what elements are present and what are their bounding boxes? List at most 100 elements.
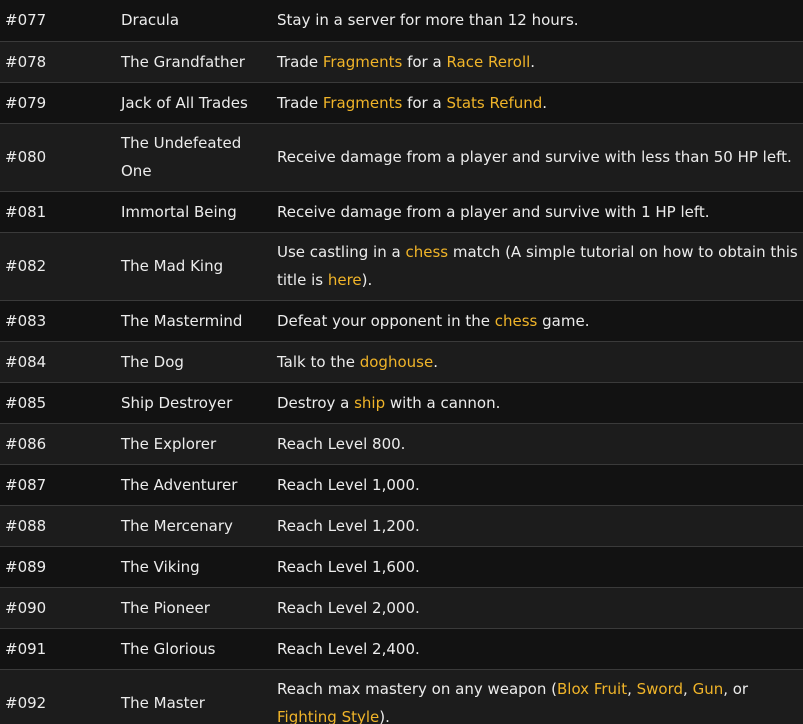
table-row: #082 The Mad King Use castling in a chess … [0,232,803,300]
table-row: #085 Ship Destroyer Destroy a ship with a … [0,382,803,423]
requirement-text: Reach Level 1,200. [277,516,420,535]
title-id: #084 [5,352,47,371]
title-id: #082 [5,257,47,275]
title-id: #083 [5,311,47,330]
title-requirement: Stay in a server for more than 12 hours. [272,0,803,41]
title-name: The Explorer [121,434,217,453]
title-id: #085 [5,393,47,412]
requirement-text: Receive damage from a player and survive… [277,202,710,221]
title-name: The Glorious [121,639,216,658]
title-requirement: Use castling in a chess match (A simple … [272,232,803,300]
table-row: #077 Dracula Stay in a server for more tha… [0,0,803,41]
title-name: The Mad King [121,257,224,275]
table-row: #090 The Pioneer Reach Level 2,000. [0,587,803,628]
table-row: #088 The Mercenary Reach Level 1,200. [0,505,803,546]
requirement-text: Reach Level 1,600. [277,557,420,576]
wiki-link[interactable]: Blox Fruit [557,680,627,698]
title-requirement: Reach Level 2,000. [272,587,803,628]
requirement-text: Use castling in a [277,243,406,261]
requirement-text: for a [402,93,447,112]
title-id: #089 [5,557,47,576]
wiki-link[interactable]: Race Reroll [446,53,530,71]
title-name: The Master [121,694,205,713]
requirement-text: ). [361,271,373,289]
requirement-text: . [433,352,438,371]
title-name: The Grandfather [121,52,245,71]
wiki-link[interactable]: Stats Refund [446,94,542,112]
title-requirement: Receive damage from a player and survive… [272,191,803,232]
title-id: #078 [5,52,47,71]
wiki-link[interactable]: here [328,271,362,289]
title-requirement: Reach Level 1,000. [272,464,803,505]
wiki-link[interactable]: ship [354,394,385,412]
table-row: #084 The Dog Talk to the doghouse. [0,341,803,382]
title-requirement: Trade Fragments for a Race Reroll. [272,41,803,82]
title-requirement: Talk to the doghouse. [272,341,803,382]
wiki-link[interactable]: chess [495,312,538,330]
title-name: Ship Destroyer [121,393,233,412]
table-row: #089 The Viking Reach Level 1,600. [0,546,803,587]
title-name: The Undefeated One [121,134,242,180]
title-requirement: Reach Level 800. [272,423,803,464]
table-row: #078 The Grandfather Trade Fragments for a… [0,41,803,82]
title-requirement: Reach Level 1,200. [272,505,803,546]
wiki-link[interactable]: chess [405,243,448,261]
title-name: The Pioneer [121,598,210,617]
title-id: #092 [5,694,47,713]
requirement-text: Trade [277,52,323,71]
requirement-text: Reach Level 1,000. [277,475,420,494]
wiki-link[interactable]: Fighting Style [277,708,379,724]
table-row: #086 The Explorer Reach Level 800. [0,423,803,464]
wiki-link[interactable]: Fragments [323,94,402,112]
table-row: #091 The Glorious Reach Level 2,400. [0,628,803,669]
table-row: #081 Immortal Being Receive damage from a … [0,191,803,232]
requirement-text: ). [379,708,390,724]
requirement-text: Destroy a [277,393,355,412]
requirement-text: , [627,680,637,699]
requirement-text: for a [402,52,447,71]
table-row: #083 The Mastermind Defeat your opponent i… [0,300,803,341]
table-row: #087 The Adventurer Reach Level 1,000. [0,464,803,505]
title-id: #086 [5,434,47,453]
wiki-link[interactable]: doghouse [360,353,433,371]
requirement-text: Receive damage from a player and survive… [277,148,792,166]
requirement-text: Reach Level 2,000. [277,598,420,617]
title-requirement: Reach Level 1,600. [272,546,803,587]
table-row: #079 Jack of All Trades Trade Fragments fo… [0,82,803,123]
table-row: #092 The Master Reach max mastery on any w… [0,669,803,724]
requirement-text: . [542,93,548,112]
title-name: Jack of All Trades [121,93,248,112]
requirement-text: Reach Level 800. [277,434,406,453]
title-requirement: Receive damage from a player and survive… [272,123,803,191]
requirement-text: Reach Level 2,400. [277,639,420,658]
titles-table: #077 Dracula Stay in a server for more tha… [0,0,803,724]
wiki-link[interactable]: Sword [637,680,683,698]
title-requirement: Reach max mastery on any weapon (Blox Fr… [272,669,803,724]
requirement-text: with a cannon. [385,393,501,412]
table-row: #080 The Undefeated One Receive damage fro… [0,123,803,191]
title-id: #080 [5,148,47,166]
wiki-link[interactable]: Fragments [323,53,402,71]
requirement-text: . [530,52,536,71]
title-id: #081 [5,202,47,221]
title-requirement: Reach Level 2,400. [272,628,803,669]
title-requirement: Defeat your opponent in the chess game. [272,300,803,341]
requirement-text: , [683,680,693,699]
wiki-link[interactable]: Gun [693,680,724,698]
requirement-text: , or [723,680,749,699]
title-id: #087 [5,475,47,494]
title-id: #088 [5,516,47,535]
title-requirement: Trade Fragments for a Stats Refund. [272,82,803,123]
requirement-text: Talk to the [277,352,360,371]
requirement-text: Defeat your opponent in the [277,311,495,330]
title-name: Immortal Being [121,202,237,221]
title-name: The Viking [121,557,200,576]
title-name: The Adventurer [121,475,238,494]
requirement-text: Trade [277,93,323,112]
title-requirement: Destroy a ship with a cannon. [272,382,803,423]
title-name: The Mercenary [121,516,233,535]
titles-table-body: #077 Dracula Stay in a server for more tha… [0,0,803,724]
title-name: The Mastermind [121,311,243,330]
title-id: #091 [5,639,47,658]
title-id: #079 [5,93,47,112]
